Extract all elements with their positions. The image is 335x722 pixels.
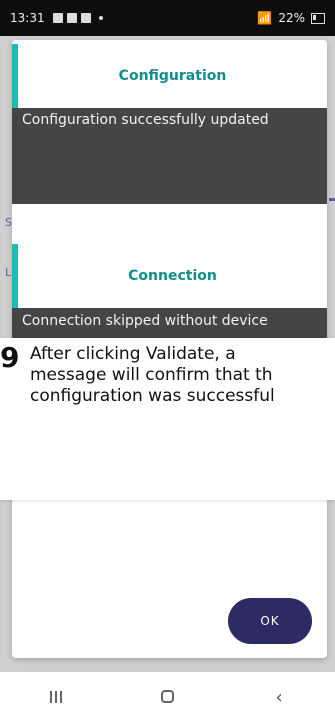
status-right: 📶 22% (257, 11, 325, 25)
toast-message: Connection skipped without device (22, 313, 268, 329)
battery-icon (311, 12, 325, 24)
step-title: Connection (128, 268, 217, 284)
toast-connection: Connection skipped without device (12, 308, 327, 338)
step-title: Configuration (118, 68, 227, 84)
toast-configuration: Configuration successfully updated (12, 108, 327, 204)
battery-percent: 22% (278, 11, 305, 25)
caption-line: configuration was successful (30, 386, 275, 406)
notification-icon (52, 13, 63, 23)
bg-letter-s: S (5, 216, 12, 229)
home-icon[interactable] (147, 687, 187, 708)
recents-icon[interactable] (36, 687, 76, 708)
tutorial-caption: 9 After clicking Validate, a message wil… (0, 338, 335, 500)
status-time: 13:31 (10, 11, 45, 25)
step-configuration: Configuration (12, 44, 327, 108)
more-notifications-icon (98, 16, 103, 20)
caption-line: After clicking Validate, a (30, 344, 236, 364)
bg-letter-l: L (5, 266, 12, 279)
nav-bar: ‹ (0, 672, 335, 722)
ok-button[interactable]: OK (228, 598, 312, 644)
status-bar: 13:31 📶 22% (0, 0, 335, 36)
linkedin-icon (66, 13, 77, 23)
bg-accent-line (329, 198, 335, 201)
toast-message: Configuration successfully updated (22, 112, 269, 128)
back-icon[interactable]: ‹ (259, 687, 299, 708)
caption-text: After clicking Validate, a message will … (30, 344, 330, 407)
step-connection: Connection (12, 244, 327, 308)
step-number: 9 (0, 341, 20, 374)
caption-line: message will confirm that th (30, 365, 273, 385)
signal-icon: 📶 (257, 11, 273, 25)
linkedin-icon-2 (80, 13, 91, 23)
